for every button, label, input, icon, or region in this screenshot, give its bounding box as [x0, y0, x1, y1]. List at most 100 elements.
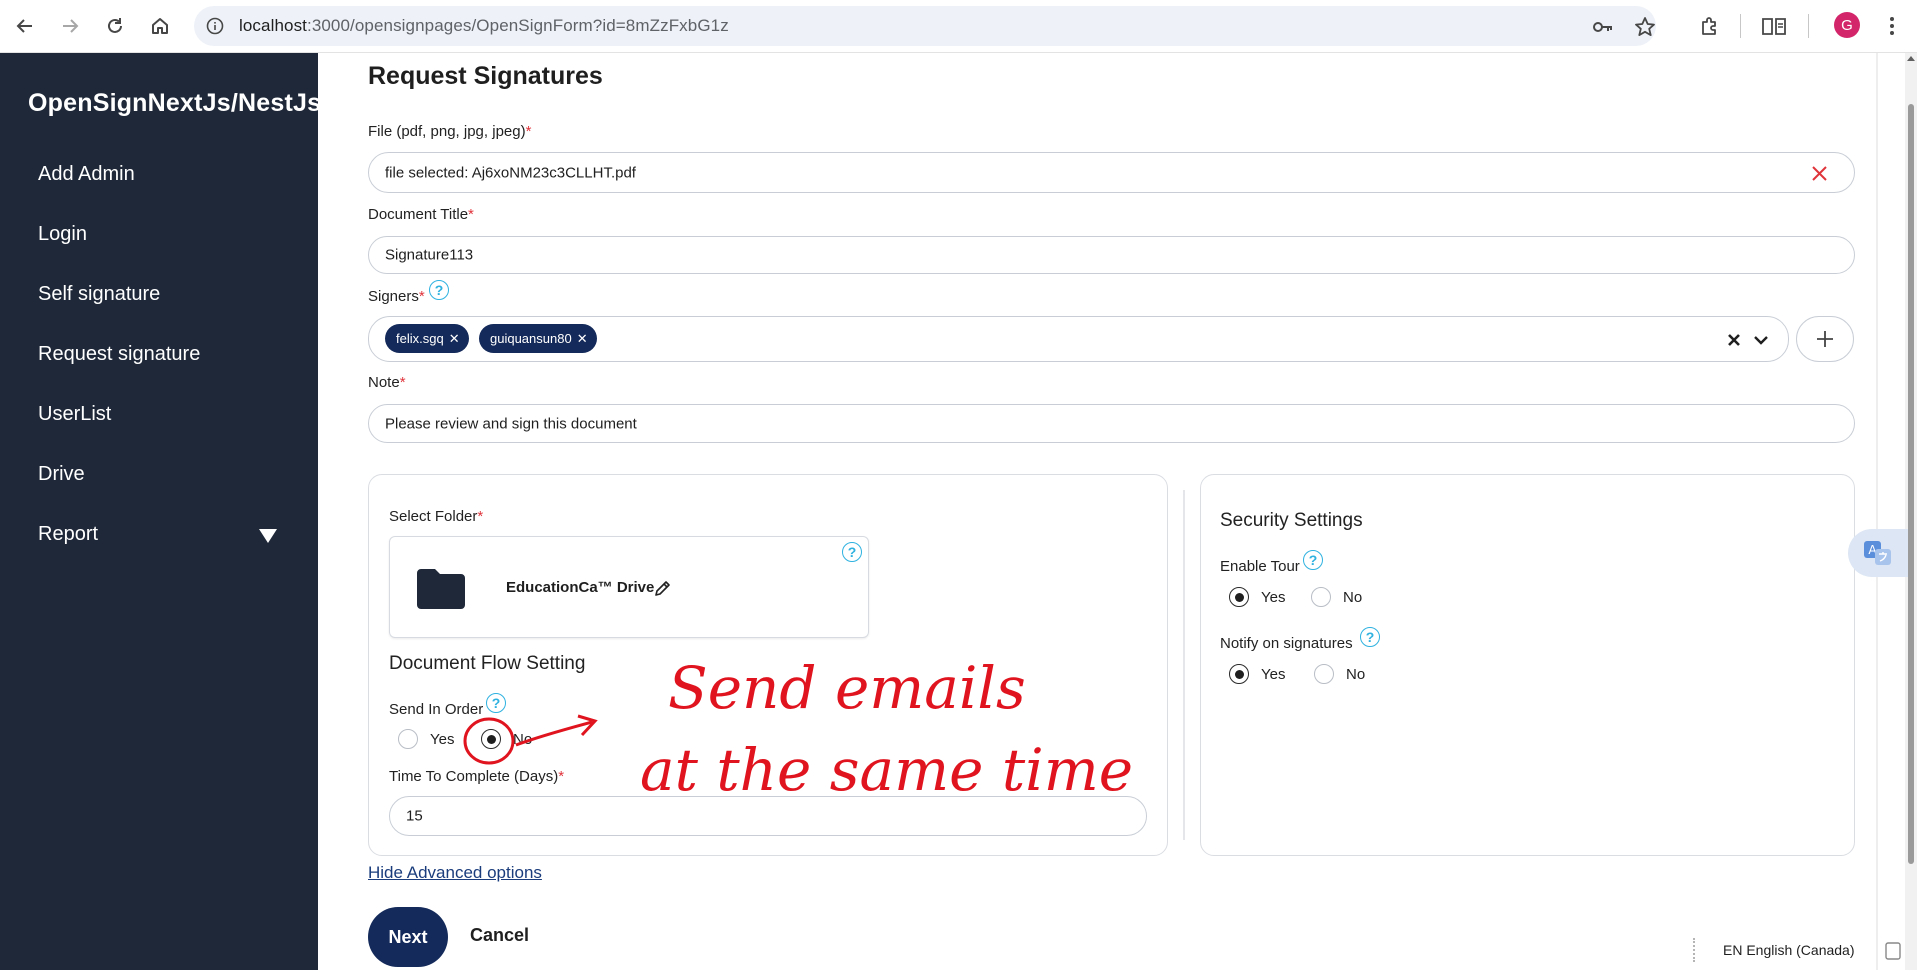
enable-tour-no-label: No [1343, 588, 1363, 606]
next-button[interactable]: Next [368, 907, 448, 967]
chevron-down-icon[interactable] [1753, 334, 1769, 346]
enable-tour-help-icon[interactable]: ? [1303, 550, 1323, 570]
more-menu-icon[interactable] [1878, 12, 1906, 40]
signer-chip-label: felix.sgq [396, 331, 444, 346]
notify-yes-radio[interactable] [1229, 664, 1249, 684]
profile-avatar[interactable]: G [1834, 12, 1860, 38]
security-settings-title: Security Settings [1220, 510, 1363, 531]
required-mark: * [399, 374, 406, 391]
notify-help-icon[interactable]: ? [1360, 627, 1380, 647]
document-title-label-text: Document Title [368, 206, 469, 223]
enable-tour-yes-radio[interactable] [1229, 587, 1249, 607]
enable-tour-yes-option[interactable]: Yes [1229, 587, 1285, 607]
time-to-complete-label: Time To Complete (Days)* [389, 768, 564, 785]
cancel-button[interactable]: Cancel [470, 925, 529, 946]
notify-no-label: No [1346, 665, 1366, 683]
file-label-text: File (pdf, png, jpg, jpeg) [368, 123, 526, 140]
panel-border [1876, 53, 1878, 970]
plus-icon [1817, 331, 1833, 347]
time-to-complete-label-text: Time To Complete (Days) [389, 768, 559, 785]
remove-signer-icon[interactable]: ✕ [449, 331, 460, 347]
edit-pencil-icon[interactable] [653, 579, 672, 598]
signer-chip: guiquansun80 ✕ [479, 324, 597, 353]
reading-mode-icon[interactable] [1760, 12, 1788, 40]
site-info-icon[interactable] [206, 17, 224, 35]
notify-no-radio[interactable] [1314, 664, 1334, 684]
enable-tour-no-option[interactable]: No [1311, 587, 1362, 607]
home-icon[interactable] [145, 11, 175, 41]
folder-card[interactable]: EducationCa™ Drive ? [389, 536, 869, 638]
clear-file-icon[interactable] [1811, 165, 1828, 182]
send-in-order-no-radio[interactable] [481, 729, 501, 749]
sidebar-item-add-admin[interactable]: Add Admin [38, 163, 135, 186]
note-value: Please review and sign this document [385, 415, 637, 432]
notify-on-signatures-label: Notify on signatures [1220, 635, 1353, 652]
hide-advanced-options-link[interactable]: Hide Advanced options [368, 863, 542, 883]
footer-divider [1693, 938, 1695, 962]
notify-yes-option[interactable]: Yes [1229, 664, 1285, 684]
required-mark: * [477, 508, 484, 525]
page-title: Request Signatures [368, 62, 603, 90]
sidebar-item-self-signature[interactable]: Self signature [38, 283, 160, 306]
enable-tour-yes-label: Yes [1261, 588, 1286, 606]
sidebar-item-report[interactable]: Report [38, 523, 98, 546]
document-flow-title: Document Flow Setting [389, 653, 586, 674]
enable-tour-no-radio[interactable] [1311, 587, 1331, 607]
sidebar-item-login[interactable]: Login [38, 223, 87, 246]
scroll-up-arrow[interactable] [1907, 56, 1915, 61]
url-path: :3000/opensignpages/OpenSignForm?id=8mZz… [307, 16, 729, 35]
file-input[interactable]: file selected: Aj6xoNM23c3CLLHT.pdf [368, 152, 1855, 193]
time-to-complete-value: 15 [406, 807, 423, 825]
send-in-order-yes-label: Yes [430, 730, 455, 748]
signers-help-icon[interactable]: ? [429, 280, 449, 300]
app-brand[interactable]: OpenSignNextJs/NestJs [28, 89, 321, 118]
sidebar-item-userlist[interactable]: UserList [38, 403, 111, 426]
language-icon[interactable] [1885, 942, 1901, 960]
back-icon[interactable] [10, 11, 40, 41]
browser-toolbar: localhost:3000/opensignpages/OpenSignFor… [0, 0, 1917, 53]
note-input[interactable]: Please review and sign this document [368, 404, 1855, 443]
clear-signers-icon[interactable] [1727, 333, 1741, 347]
signer-chip-label: guiquansun80 [490, 331, 572, 346]
toolbar-divider [1740, 14, 1741, 38]
required-mark: * [525, 123, 532, 140]
send-in-order-yes-radio[interactable] [398, 729, 418, 749]
sidebar-item-request-signature[interactable]: Request signature [38, 343, 200, 366]
report-caret-icon[interactable] [259, 529, 277, 543]
remove-signer-icon[interactable]: ✕ [577, 331, 588, 347]
sidebar-item-drive[interactable]: Drive [38, 463, 85, 486]
time-to-complete-input[interactable]: 15 [389, 796, 1147, 836]
forward-icon[interactable] [55, 11, 85, 41]
required-mark: * [558, 768, 565, 785]
add-signer-button[interactable] [1796, 316, 1854, 362]
send-in-order-no-option[interactable]: No [481, 729, 532, 749]
send-in-order-label: Send In Order [389, 701, 484, 718]
extensions-icon[interactable] [1696, 12, 1724, 40]
send-in-order-yes-option[interactable]: Yes [398, 729, 454, 749]
translate-icon: A [1864, 541, 1891, 565]
signers-label: Signers* [368, 288, 425, 305]
required-mark: * [418, 288, 425, 305]
document-title-label: Document Title* [368, 206, 474, 223]
url-text[interactable]: localhost:3000/opensignpages/OpenSignFor… [239, 16, 729, 36]
notify-no-option[interactable]: No [1314, 664, 1365, 684]
enable-tour-label: Enable Tour [1220, 558, 1300, 575]
reload-icon[interactable] [100, 11, 130, 41]
send-in-order-no-label: No [513, 730, 533, 748]
send-in-order-help-icon[interactable]: ? [486, 693, 506, 713]
file-input-value: file selected: Aj6xoNM23c3CLLHT.pdf [385, 164, 636, 181]
panel-divider [1183, 490, 1185, 840]
folder-help-icon[interactable]: ? [842, 542, 862, 562]
bookmark-star-icon[interactable] [1634, 16, 1656, 38]
translate-button[interactable]: A [1848, 529, 1908, 577]
language-selector[interactable]: EN English (Canada) [1723, 942, 1855, 958]
folder-icon [417, 569, 465, 609]
document-title-input[interactable]: Signature113 [368, 236, 1855, 274]
select-folder-label: Select Folder* [389, 508, 483, 525]
scrollbar-thumb[interactable] [1908, 104, 1914, 864]
note-label: Note* [368, 374, 406, 391]
address-bar[interactable]: localhost:3000/opensignpages/OpenSignFor… [194, 6, 1656, 46]
signers-label-text: Signers [368, 288, 419, 305]
password-key-icon[interactable] [1592, 16, 1614, 38]
required-mark: * [468, 206, 474, 223]
